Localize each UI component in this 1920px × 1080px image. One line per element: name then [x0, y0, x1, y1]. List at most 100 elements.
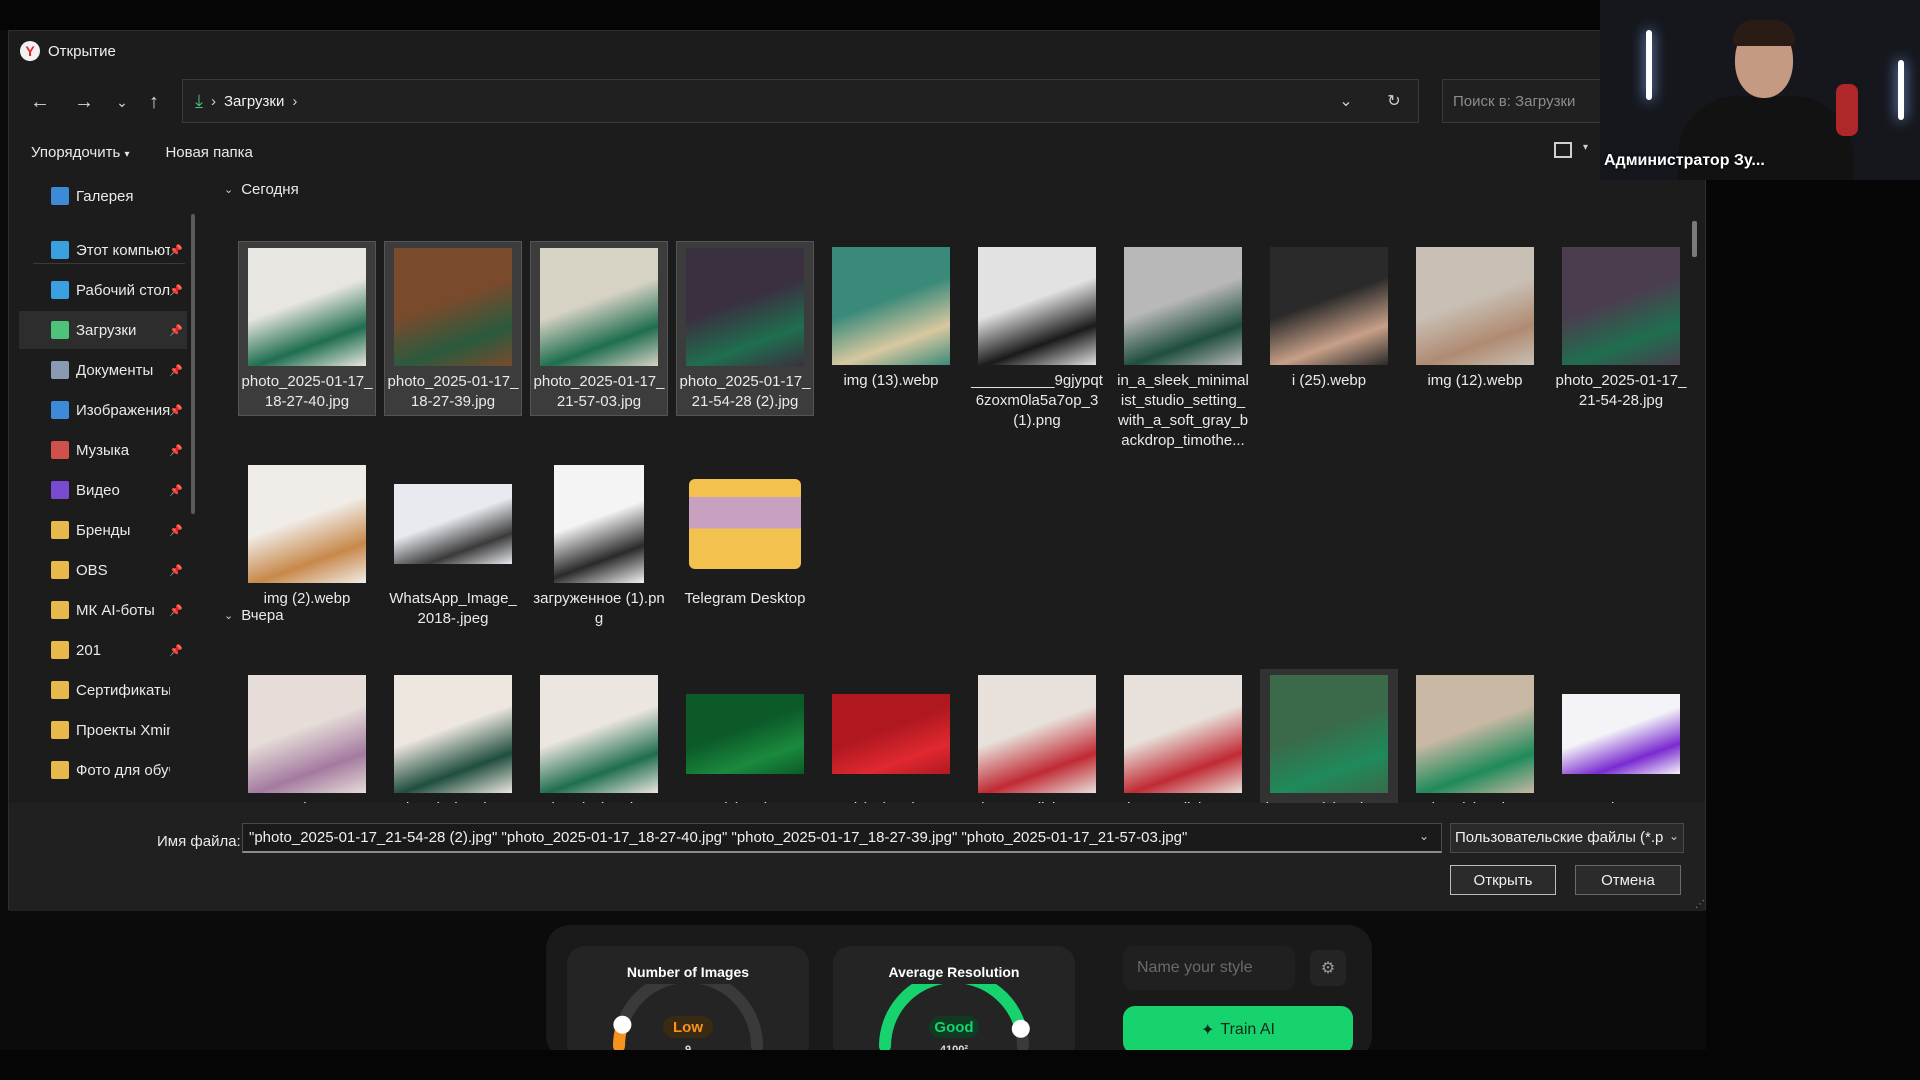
- file-item[interactable]: i (25).webp: [1260, 241, 1398, 416]
- file-name: WhatsApp_Image_2018-.jpeg: [389, 590, 517, 627]
- style-name-input[interactable]: Name your style: [1123, 946, 1295, 990]
- file-thumbnail: [540, 465, 658, 583]
- file-thumbnail: [394, 675, 512, 793]
- settings-gear-icon[interactable]: ⚙: [1310, 950, 1346, 986]
- address-history-chevron-icon[interactable]: ⌄: [1322, 91, 1370, 111]
- sidebar-item[interactable]: МК AI-боты 📌: [19, 591, 187, 629]
- screen-right-area: [1706, 180, 1920, 1080]
- file-thumbnail: [686, 675, 804, 793]
- up-arrow-icon[interactable]: ↑: [139, 87, 169, 117]
- file-name: __________9gjypqt6zoxm0la5a7op_3 (1).png: [971, 372, 1103, 429]
- recent-dropdown-icon[interactable]: ⌄: [107, 87, 137, 117]
- group-header-today[interactable]: ⌄ Сегодня: [214, 181, 299, 198]
- navigation-bar: ← → ⌄ ↑ ⤓ › Загрузки › ⌄ ↻ Поиск в: Загр…: [9, 79, 1707, 125]
- file-thumbnail: [248, 675, 366, 793]
- music-icon: [51, 441, 69, 459]
- person-hair: [1733, 20, 1795, 46]
- cancel-button[interactable]: Отмена: [1575, 865, 1681, 895]
- folder-icon: [51, 601, 69, 619]
- folder-icon: [686, 465, 804, 583]
- back-arrow-icon[interactable]: ←: [25, 87, 55, 117]
- sort-button[interactable]: Упорядочить ▾: [31, 144, 129, 161]
- file-thumbnail: [1124, 247, 1242, 365]
- sidebar-item-label: МК AI-боты: [76, 601, 155, 619]
- pin-icon: 📌: [169, 324, 183, 337]
- breadcrumb-chevron-icon[interactable]: ›: [292, 93, 297, 110]
- refresh-icon[interactable]: ↻: [1370, 91, 1418, 111]
- sidebar-item[interactable]: Документы 📌: [19, 351, 187, 389]
- metric-number-of-images: Number of Images Low 9: [567, 946, 809, 1061]
- filename-label: Имя файла:: [157, 833, 241, 850]
- file-name: photo_2025-01-17_21-54-28.jpg: [1555, 372, 1687, 409]
- file-name: img (13).webp: [843, 372, 939, 389]
- file-name: загруженное (1).png: [533, 590, 665, 627]
- window-title: Открытие: [48, 42, 116, 60]
- video-icon: [51, 481, 69, 499]
- sidebar-item-label: Сертификаты: [76, 681, 170, 699]
- open-button[interactable]: Открыть: [1450, 865, 1556, 895]
- folder-item[interactable]: Telegram Desktop: [676, 459, 814, 634]
- sidebar-item[interactable]: Бренды 📌: [19, 511, 187, 549]
- pin-icon: 📌: [169, 244, 183, 257]
- sidebar-item[interactable]: Рабочий стол 📌: [19, 271, 187, 309]
- file-thumbnail: [1562, 247, 1680, 365]
- file-thumbnail: [1270, 675, 1388, 793]
- pin-icon: 📌: [169, 604, 183, 617]
- filename-history-chevron-icon[interactable]: ⌄: [1419, 829, 1429, 843]
- forward-arrow-icon[interactable]: →: [69, 87, 99, 117]
- file-list-scrollbar[interactable]: [1692, 221, 1697, 257]
- sidebar-item[interactable]: Фото для обучения: [19, 751, 187, 789]
- breadcrumb-downloads[interactable]: Загрузки: [224, 93, 284, 110]
- sidebar-item[interactable]: Проекты Xmind: [19, 711, 187, 749]
- open-file-dialog: Y Открытие ← → ⌄ ↑ ⤓ › Загрузки › ⌄ ↻ По…: [8, 30, 1707, 911]
- file-item[interactable]: WhatsApp_Image_2018-.jpeg: [384, 459, 522, 634]
- documents-icon: [51, 361, 69, 379]
- address-bar[interactable]: ⤓ › Загрузки › ⌄ ↻: [182, 79, 1419, 123]
- file-item[interactable]: img (13).webp: [822, 241, 960, 416]
- view-mode-caret-icon[interactable]: ▾: [1583, 142, 1588, 153]
- file-item[interactable]: img (12).webp: [1406, 241, 1544, 416]
- sidebar-item[interactable]: 201 📌: [19, 631, 187, 669]
- sidebar-item[interactable]: Этот компьютер📌: [19, 231, 187, 269]
- train-ai-button[interactable]: ✦ Train AI: [1123, 1006, 1353, 1054]
- folder-icon: [51, 561, 69, 579]
- new-folder-button[interactable]: Новая папка: [165, 144, 252, 161]
- resize-grip-icon[interactable]: ⋰: [1695, 899, 1705, 910]
- file-item[interactable]: img (2).webp: [238, 459, 376, 634]
- gauge-knob: [1011, 1019, 1030, 1038]
- filename-input[interactable]: "photo_2025-01-17_21-54-28 (2).jpg" "pho…: [242, 823, 1442, 853]
- sidebar-item-label: Галерея: [76, 187, 134, 205]
- file-thumbnail: [978, 247, 1096, 365]
- sidebar-item[interactable]: OBS 📌: [19, 551, 187, 589]
- file-thumbnail: [1562, 675, 1680, 793]
- sidebar-item[interactable]: Изображения 📌: [19, 391, 187, 429]
- caret-down-icon: ▾: [124, 148, 130, 160]
- file-item[interactable]: photo_2025-01-17_18-27-39.jpg: [384, 241, 522, 416]
- view-mode-icon[interactable]: [1554, 142, 1572, 158]
- file-item[interactable]: in_a_sleek_minimalist_studio_setting_wit…: [1114, 241, 1252, 449]
- file-thumbnail: [1124, 675, 1242, 793]
- sidebar-item[interactable]: Галерея: [19, 177, 187, 215]
- file-item[interactable]: photo_2025-01-17_21-54-28.jpg: [1552, 241, 1690, 416]
- sidebar-item[interactable]: Сертификаты: [19, 671, 187, 709]
- sidebar-item[interactable]: Видео 📌: [19, 471, 187, 509]
- sparkle-icon: ✦: [1201, 1022, 1215, 1039]
- sidebar-item-label: Этот компьютер: [76, 241, 170, 259]
- file-thumbnail: [540, 248, 658, 366]
- webcam-overlay: Администратор Зу...: [1600, 0, 1920, 180]
- sidebar-item[interactable]: Загрузки 📌: [19, 311, 187, 349]
- sidebar-item[interactable]: Музыка 📌: [19, 431, 187, 469]
- filetype-select[interactable]: Пользовательские файлы (*.p: [1450, 823, 1684, 853]
- file-name: Telegram Desktop: [684, 590, 806, 607]
- sidebar-scrollbar[interactable]: [191, 214, 195, 514]
- file-item[interactable]: photo_2025-01-17_18-27-40.jpg: [238, 241, 376, 416]
- pin-icon: 📌: [169, 284, 183, 297]
- file-item[interactable]: __________9gjypqt6zoxm0la5a7op_3 (1).png: [968, 241, 1106, 429]
- dialog-footer: Имя файла: "photo_2025-01-17_21-54-28 (2…: [9, 803, 1705, 911]
- filetype-chevron-icon[interactable]: ⌄: [1669, 829, 1679, 843]
- file-item[interactable]: photo_2025-01-17_21-57-03.jpg: [530, 241, 668, 416]
- file-item[interactable]: загруженное (1).png: [530, 459, 668, 634]
- sidebar-item-label: 201: [76, 641, 102, 659]
- file-name: photo_2025-01-17_18-27-39.jpg: [387, 373, 519, 410]
- file-item[interactable]: photo_2025-01-17_21-54-28 (2).jpg: [676, 241, 814, 416]
